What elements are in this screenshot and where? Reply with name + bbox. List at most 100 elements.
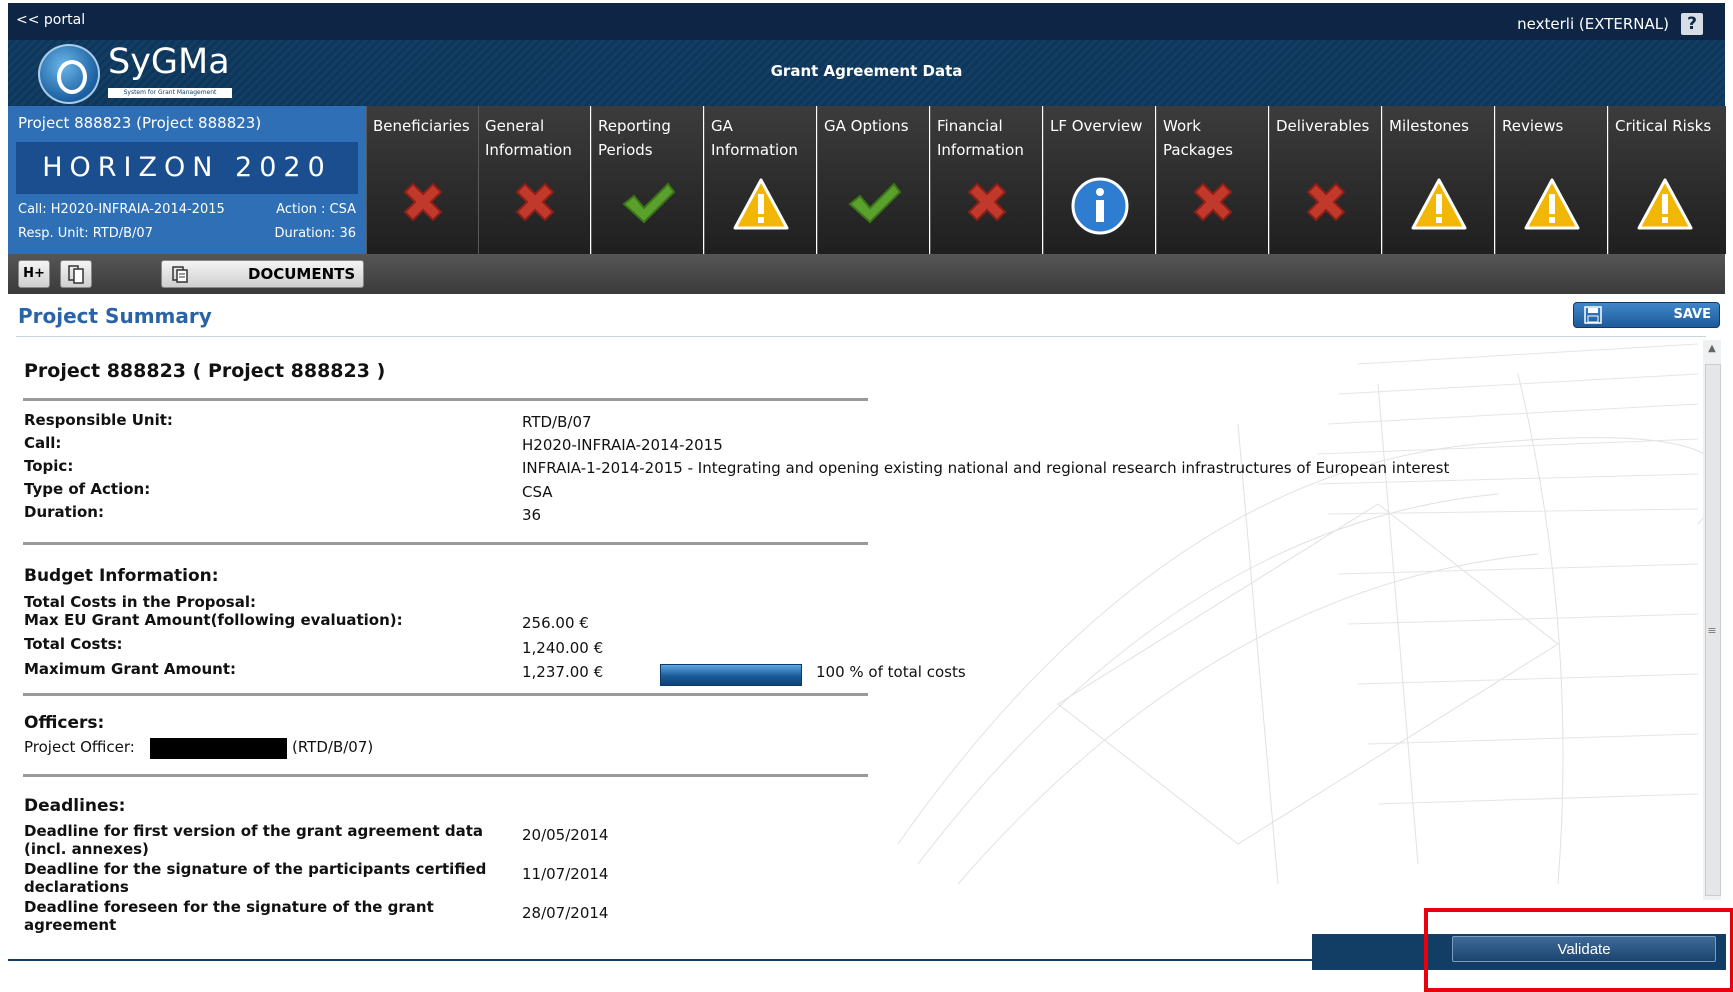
detail-value: CSA xyxy=(522,483,553,501)
tab-work-packages[interactable]: Work Packages xyxy=(1156,106,1268,254)
tab-critical-risks[interactable]: Critical Risks xyxy=(1608,106,1726,254)
compare-button[interactable] xyxy=(60,260,92,288)
project-officer-label: Project Officer: xyxy=(24,738,135,756)
documents-label: DOCUMENTS xyxy=(248,265,356,283)
tab-reviews[interactable]: Reviews xyxy=(1495,106,1607,254)
project-call: Call: H2020-INFRAIA-2014-2015 xyxy=(18,202,225,217)
detail-value: INFRAIA-1-2014-2015 - Integrating and op… xyxy=(522,459,1450,477)
save-icon xyxy=(1584,306,1602,324)
error-x-icon xyxy=(1306,182,1346,222)
budget-label: Max EU Grant Amount(following evaluation… xyxy=(24,611,403,629)
redacted-name xyxy=(150,738,287,759)
project-heading: Project 888823 ( Project 888823 ) xyxy=(24,360,386,382)
detail-value: 36 xyxy=(522,506,542,524)
tab-label: Reporting Periods xyxy=(598,117,671,159)
documents-icon xyxy=(172,266,188,283)
tab-label: Deliverables xyxy=(1276,117,1370,135)
tab-milestones[interactable]: Milestones xyxy=(1382,106,1494,254)
error-x-icon xyxy=(1193,182,1233,222)
scroll-up-arrow-icon[interactable]: ▲ xyxy=(1703,340,1721,358)
grant-progress-bar xyxy=(660,664,802,686)
app-header: SyGMa System for Grant Management Grant … xyxy=(8,40,1725,106)
info-icon xyxy=(1071,177,1129,235)
deadline-label: Deadline foreseen for the signature of t… xyxy=(24,898,434,934)
tab-label: Beneficiaries xyxy=(373,117,470,135)
main-content: Project Summary SAVE ▲ ≡ Project 888823 … xyxy=(8,294,1725,961)
tab-financial-information[interactable]: Financial Information xyxy=(930,106,1042,254)
deadline-label: Deadline for first version of the grant … xyxy=(24,822,484,858)
background-sketch-image xyxy=(897,343,1708,885)
deadline-value: 20/05/2014 xyxy=(522,826,609,844)
budget-value: 256.00 € xyxy=(522,614,589,632)
detail-label: Call: xyxy=(24,434,62,452)
highlight-box xyxy=(1424,908,1733,992)
tab-ga-options[interactable]: GA Options xyxy=(817,106,929,254)
detail-label: Type of Action: xyxy=(24,480,151,498)
help-button[interactable]: ? xyxy=(1681,13,1703,35)
project-action: Action : CSA xyxy=(276,202,356,217)
warning-icon xyxy=(1637,178,1693,230)
budget-label: Total Costs in the Proposal: xyxy=(24,593,256,611)
save-label: SAVE xyxy=(1673,307,1711,322)
check-icon xyxy=(622,182,676,224)
tab-label: Reviews xyxy=(1502,117,1564,135)
detail-label: Duration: xyxy=(24,503,104,521)
page-title: Grant Agreement Data xyxy=(770,62,963,80)
project-card-title: Project 888823 (Project 888823) xyxy=(18,114,262,132)
budget-heading: Budget Information: xyxy=(24,566,219,586)
scroll-grip-icon: ≡ xyxy=(1707,624,1717,637)
project-officer-unit: (RTD/B/07) xyxy=(292,738,374,756)
detail-label: Topic: xyxy=(24,457,74,475)
budget-value: 1,240.00 € xyxy=(522,639,604,657)
detail-label: Responsible Unit: xyxy=(24,411,173,429)
divider xyxy=(16,336,1706,337)
document-compare-icon xyxy=(68,265,84,284)
error-x-icon xyxy=(515,182,555,222)
tab-deliverables[interactable]: Deliverables xyxy=(1269,106,1381,254)
tab-ga-information[interactable]: GA Information xyxy=(704,106,816,254)
h-plus-button[interactable]: H+ xyxy=(18,260,50,288)
divider xyxy=(23,542,868,545)
toolbar: H+ DOCUMENTS xyxy=(8,254,1725,294)
save-button[interactable]: SAVE xyxy=(1573,302,1720,328)
detail-value: RTD/B/07 xyxy=(522,413,592,431)
logo-subtitle: System for Grant Management xyxy=(108,88,232,98)
project-summary-title: Project Summary xyxy=(18,304,212,328)
tab-label: Milestones xyxy=(1389,117,1469,135)
detail-value: H2020-INFRAIA-2014-2015 xyxy=(522,436,723,454)
tab-label: GA Information xyxy=(711,117,798,159)
deadline-label: Deadline for the signature of the partic… xyxy=(24,860,487,896)
budget-label: Maximum Grant Amount: xyxy=(24,660,236,678)
tab-label: Financial Information xyxy=(937,117,1024,159)
deadline-value: 28/07/2014 xyxy=(522,904,609,922)
portal-link[interactable]: << portal xyxy=(16,12,85,28)
tab-label: Work Packages xyxy=(1163,117,1233,159)
error-x-icon xyxy=(403,182,443,222)
check-icon xyxy=(848,182,902,224)
budget-label: Total Costs: xyxy=(24,635,123,653)
deadline-value: 11/07/2014 xyxy=(522,865,609,883)
divider xyxy=(23,693,868,696)
divider xyxy=(23,398,868,401)
documents-button[interactable]: DOCUMENTS xyxy=(161,260,364,288)
warning-icon xyxy=(1411,178,1467,230)
tab-label: General Information xyxy=(485,117,572,159)
horizon-2020-logo: HORIZON 2020 xyxy=(16,142,358,194)
officers-heading: Officers: xyxy=(24,713,105,733)
project-duration: Duration: 36 xyxy=(274,226,356,241)
tab-general-information[interactable]: General Information xyxy=(478,106,590,254)
grant-percent-text: 100 % of total costs xyxy=(816,663,966,681)
tab-beneficiaries[interactable]: Beneficiaries xyxy=(366,106,478,254)
warning-icon xyxy=(1524,178,1580,230)
deadlines-heading: Deadlines: xyxy=(24,796,126,816)
tab-label: LF Overview xyxy=(1050,117,1143,135)
tab-label: Critical Risks xyxy=(1615,117,1712,135)
portal-bar: << portal nexterli (EXTERNAL) ? xyxy=(8,3,1725,40)
warning-icon xyxy=(733,178,789,230)
tab-reporting-periods[interactable]: Reporting Periods xyxy=(591,106,703,254)
project-resp-unit: Resp. Unit: RTD/B/07 xyxy=(18,226,153,241)
tab-label: GA Options xyxy=(824,117,909,135)
divider xyxy=(23,774,868,777)
error-x-icon xyxy=(967,182,1007,222)
tab-lf-overview[interactable]: LF Overview xyxy=(1043,106,1155,254)
